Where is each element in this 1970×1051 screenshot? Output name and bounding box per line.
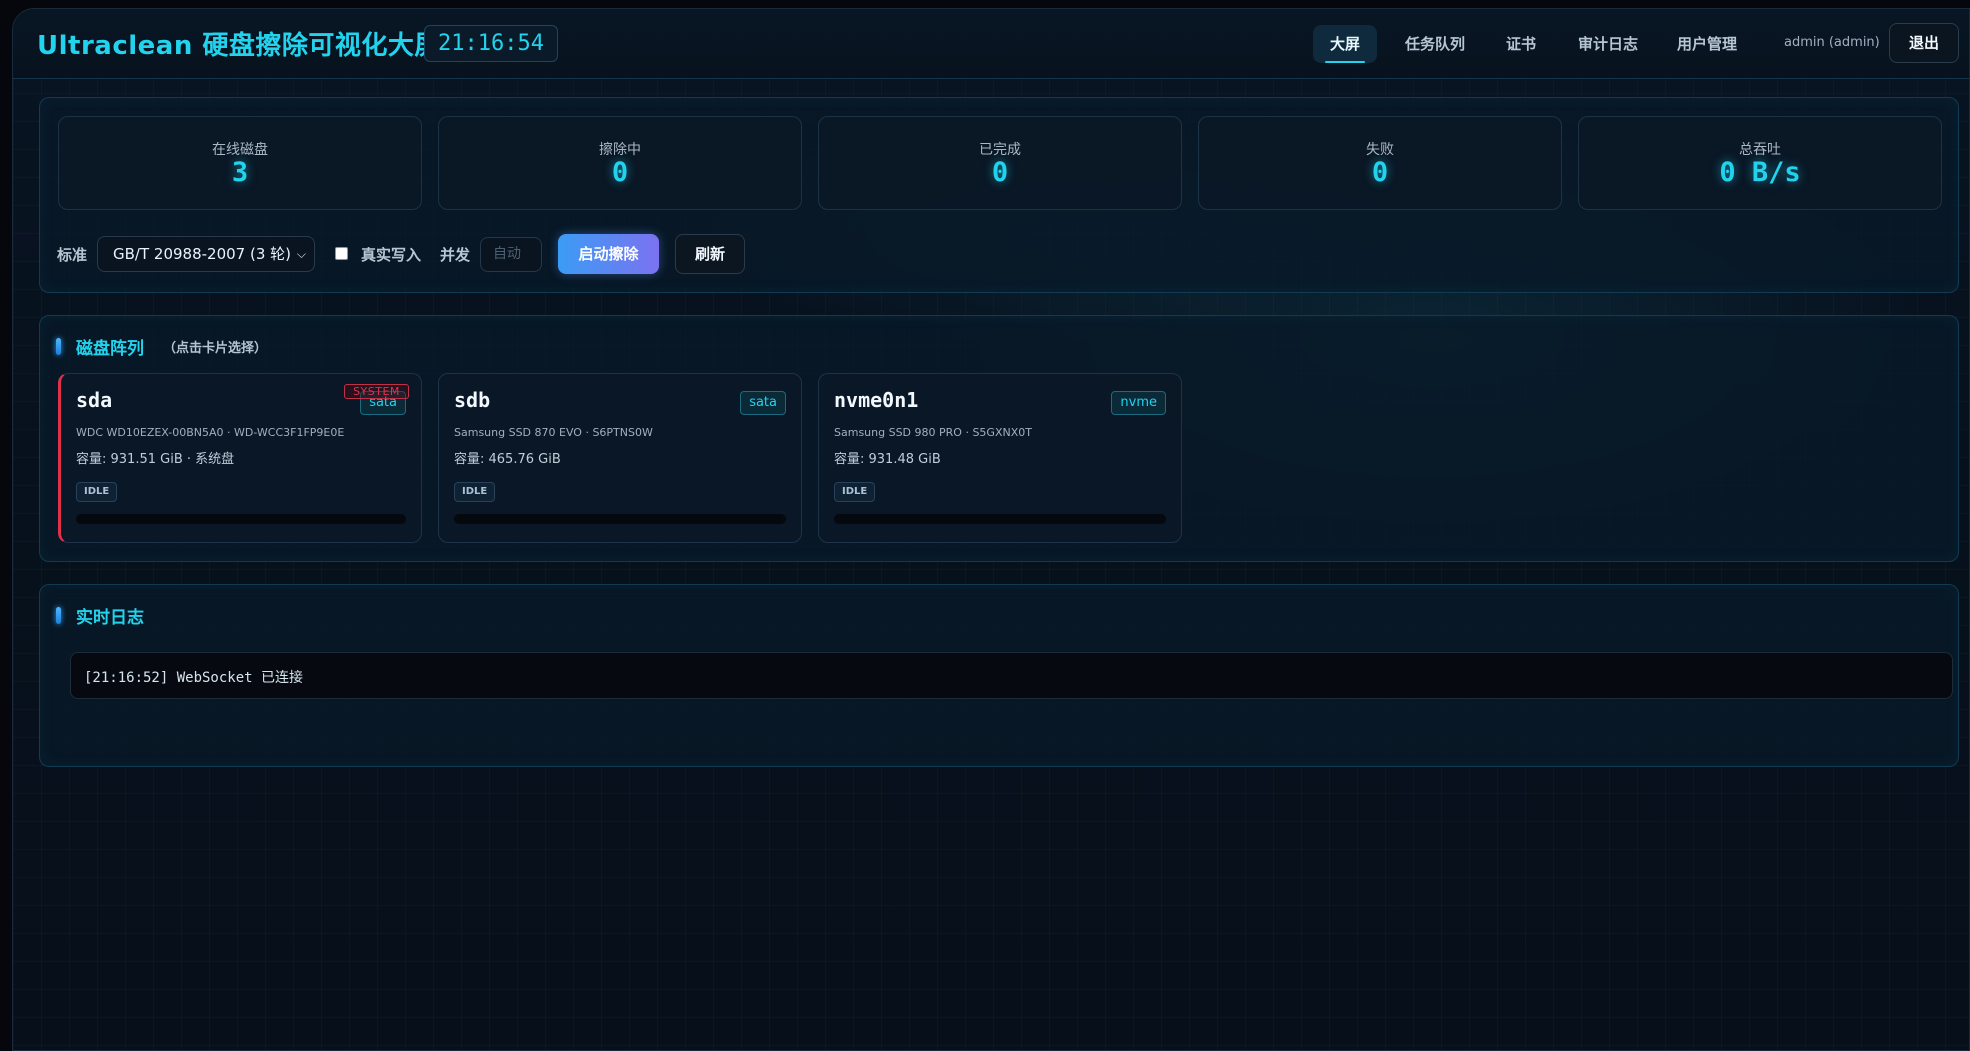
section-marker-icon xyxy=(56,338,61,355)
disk-capacity: 容量: 931.51 GiB · 系统盘 xyxy=(76,452,235,467)
current-user: admin (admin) xyxy=(1784,35,1880,50)
disk-capacity: 容量: 931.48 GiB xyxy=(834,452,941,467)
disk-model: Samsung SSD 980 PRO · S5GXNX0T xyxy=(834,426,1032,439)
start-erase-button[interactable]: 启动擦除 xyxy=(558,234,659,274)
disk-array-title: 磁盘阵列 xyxy=(76,339,144,359)
stat-card-completed: 已完成 0 xyxy=(818,116,1182,210)
stat-label: 在线磁盘 xyxy=(212,142,268,158)
stat-value: 3 xyxy=(231,157,249,188)
standard-label: 标准 xyxy=(57,246,88,264)
stat-value: 0 xyxy=(991,157,1009,188)
concurrency-input[interactable]: 自动 xyxy=(480,237,542,272)
chevron-down-icon: ⌵ xyxy=(296,247,306,261)
disk-name: nvme0n1 xyxy=(834,388,919,412)
top-bar: Ultraclean 硬盘擦除可视化大屏 21:16:54 大屏 任务队列 证书… xyxy=(13,9,1969,79)
disk-model: WDC WD10EZEX-00BN5A0 · WD-WCC3F1FP9E0E xyxy=(76,426,345,439)
stat-label: 失败 xyxy=(1366,142,1394,158)
disk-name: sdb xyxy=(454,388,491,412)
nav-tab-dashboard[interactable]: 大屏 xyxy=(1313,25,1377,63)
refresh-button[interactable]: 刷新 xyxy=(675,234,745,274)
disk-card-sda[interactable]: sda sata SYSTEM WDC WD10EZEX-00BN5A0 · W… xyxy=(58,373,422,543)
stat-card-online-disks: 在线磁盘 3 xyxy=(58,116,422,210)
stat-card-throughput: 总吞吐 0 B/s xyxy=(1578,116,1942,210)
disk-array-hint: （点击卡片选择） xyxy=(163,341,268,356)
disk-bus-badge: sata xyxy=(740,391,786,415)
stat-label: 已完成 xyxy=(979,142,1021,158)
disk-state-badge: IDLE xyxy=(834,482,876,502)
clock-display: 21:16:54 xyxy=(424,25,558,62)
stat-label: 擦除中 xyxy=(599,142,641,158)
logout-button[interactable]: 退出 xyxy=(1889,23,1959,63)
stat-card-erasing: 擦除中 0 xyxy=(438,116,802,210)
stat-value: 0 B/s xyxy=(1719,157,1801,188)
concurrency-label: 并发 xyxy=(440,246,471,264)
disk-model: Samsung SSD 870 EVO · S6PTNS0W xyxy=(454,426,653,439)
real-write-checkbox[interactable] xyxy=(335,247,348,260)
standard-select[interactable]: GB/T 20988-2007 (3 轮) ⌵ xyxy=(97,236,315,272)
log-title: 实时日志 xyxy=(76,608,144,628)
stat-value: 0 xyxy=(611,157,629,188)
disk-bus-badge: nvme xyxy=(1111,391,1166,415)
log-line: [21:16:52] WebSocket 已连接 xyxy=(84,670,304,686)
stat-card-failed: 失败 0 xyxy=(1198,116,1562,210)
app-window: Ultraclean 硬盘擦除可视化大屏 21:16:54 大屏 任务队列 证书… xyxy=(12,8,1970,1051)
disk-card-nvme0n1[interactable]: nvme0n1 nvme Samsung SSD 980 PRO · S5GXN… xyxy=(818,373,1182,543)
nav-tab-audit-log[interactable]: 审计日志 xyxy=(1566,25,1650,63)
disk-progress-bar xyxy=(454,514,786,524)
stat-label: 总吞吐 xyxy=(1739,142,1781,158)
disk-card-sdb[interactable]: sdb sata Samsung SSD 870 EVO · S6PTNS0W … xyxy=(438,373,802,543)
disk-progress-bar xyxy=(834,514,1166,524)
app-title: Ultraclean 硬盘擦除可视化大屏 xyxy=(37,31,441,61)
nav-tab-user-management[interactable]: 用户管理 xyxy=(1665,25,1749,63)
disk-progress-bar xyxy=(76,514,406,524)
stat-value: 0 xyxy=(1371,157,1389,188)
standard-select-value: GB/T 20988-2007 (3 轮) xyxy=(113,245,291,263)
disk-state-badge: IDLE xyxy=(454,482,496,502)
disk-capacity: 容量: 465.76 GiB xyxy=(454,452,561,467)
real-write-label: 真实写入 xyxy=(361,246,422,264)
system-disk-badge: SYSTEM xyxy=(344,384,409,399)
section-marker-icon xyxy=(56,607,61,624)
nav-tab-task-queue[interactable]: 任务队列 xyxy=(1393,25,1477,63)
disk-name: sda xyxy=(76,388,113,412)
log-output: [21:16:52] WebSocket 已连接 xyxy=(70,652,1953,699)
disk-state-badge: IDLE xyxy=(76,482,118,502)
nav-tab-certificates[interactable]: 证书 xyxy=(1494,25,1548,63)
